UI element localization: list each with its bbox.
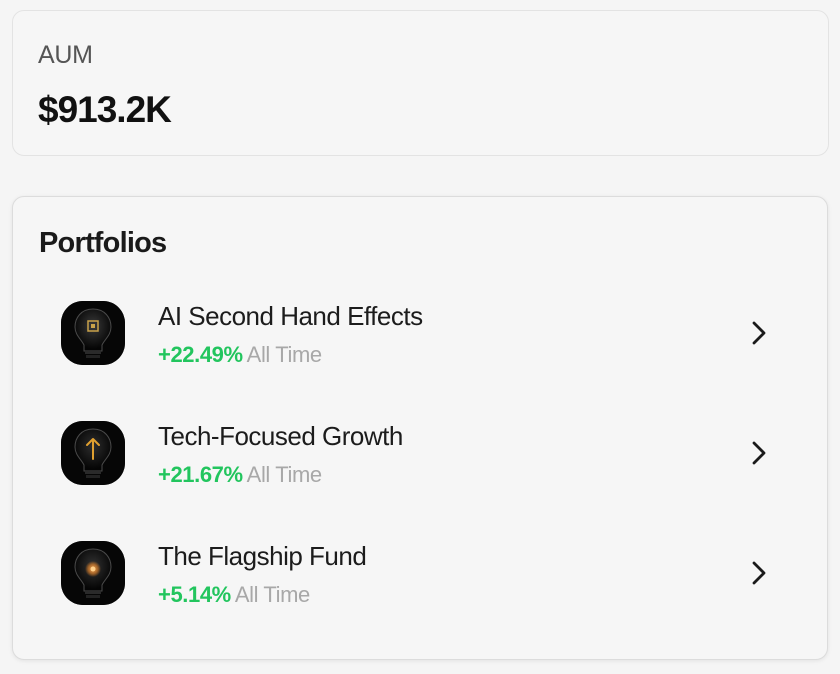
chevron-right-icon [752, 561, 766, 585]
chevron-right-icon [752, 321, 766, 345]
portfolio-period: All Time [234, 582, 310, 607]
portfolio-period: All Time [246, 462, 322, 487]
portfolio-row-the-flagship-fund[interactable]: The Flagship Fund +5.14% All Time [13, 529, 827, 619]
chevron-right-icon [752, 441, 766, 465]
aum-label: AUM [38, 41, 93, 69]
aum-value: $913.2K [38, 89, 172, 130]
lightbulb-arrow-icon [61, 421, 125, 485]
portfolio-row-ai-second-hand-effects[interactable]: AI Second Hand Effects +22.49% All Time [13, 289, 827, 379]
portfolio-stats: +21.67% All Time [158, 462, 322, 488]
portfolio-change: +5.14% [158, 582, 231, 607]
portfolio-period: All Time [246, 342, 322, 367]
lightbulb-glow-icon [61, 541, 125, 605]
portfolio-name: AI Second Hand Effects [158, 301, 423, 331]
portfolio-row-tech-focused-growth[interactable]: Tech-Focused Growth +21.67% All Time [13, 409, 827, 499]
portfolios-card: Portfolios AI Second Hand Effects +22.49… [12, 196, 828, 660]
page: AUM $913.2K Portfolios AI Second Hand Ef… [0, 0, 840, 674]
aum-card: AUM $913.2K [12, 10, 829, 156]
portfolio-name: The Flagship Fund [158, 541, 367, 571]
portfolio-stats: +22.49% All Time [158, 342, 322, 368]
portfolio-name: Tech-Focused Growth [158, 421, 403, 451]
lightbulb-chip-icon [61, 301, 125, 365]
portfolio-change: +21.67% [158, 462, 243, 487]
portfolio-stats: +5.14% All Time [158, 582, 310, 608]
portfolios-title: Portfolios [39, 227, 167, 259]
portfolio-change: +22.49% [158, 342, 243, 367]
